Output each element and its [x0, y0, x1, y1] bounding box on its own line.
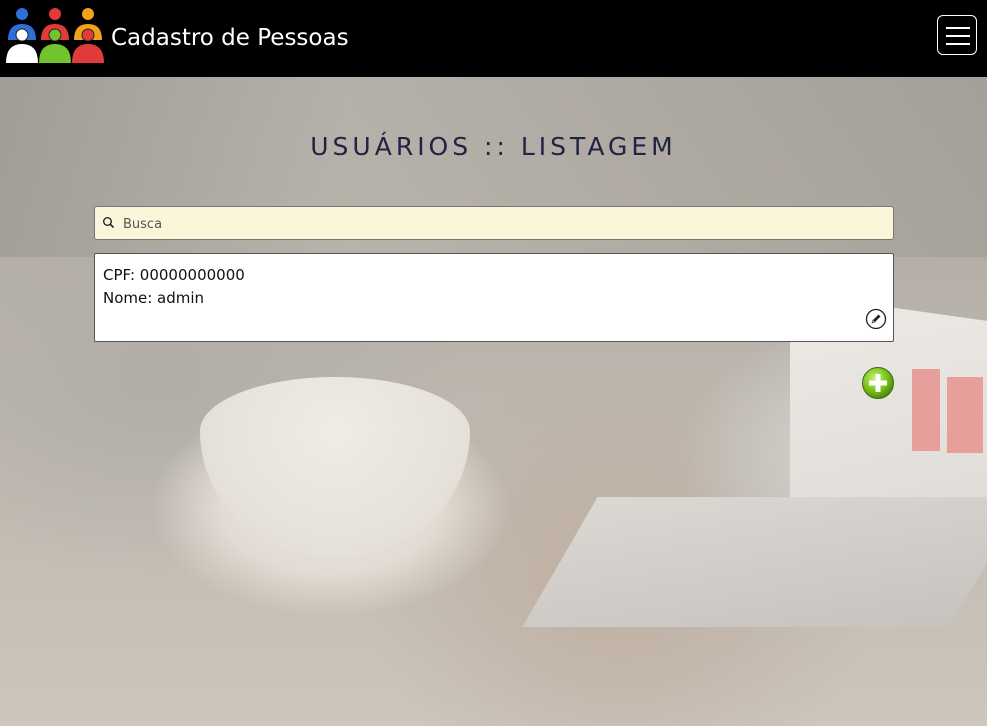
search-box[interactable] — [94, 206, 894, 240]
brand-title[interactable]: Cadastro de Pessoas — [111, 22, 349, 54]
hamburger-menu-icon[interactable] — [937, 15, 977, 55]
background-overlay — [0, 77, 987, 726]
top-navbar: Cadastro de Pessoas — [0, 0, 987, 77]
menu-bar-line — [946, 35, 970, 37]
user-name: Nome: admin — [103, 289, 205, 307]
menu-bar-line — [946, 43, 970, 45]
plus-circle-icon[interactable] — [861, 366, 895, 400]
user-list-item: CPF: 00000000000 Nome: admin — [94, 253, 894, 342]
search-input[interactable] — [121, 211, 885, 237]
background-photo — [0, 77, 987, 726]
search-icon — [103, 217, 115, 229]
menu-bar-line — [946, 27, 970, 29]
user-cpf: CPF: 00000000000 — [103, 266, 245, 284]
pencil-icon[interactable] — [865, 308, 887, 330]
page-title: USUÁRIOS :: LISTAGEM — [310, 132, 677, 161]
people-group-icon[interactable] — [4, 6, 106, 64]
